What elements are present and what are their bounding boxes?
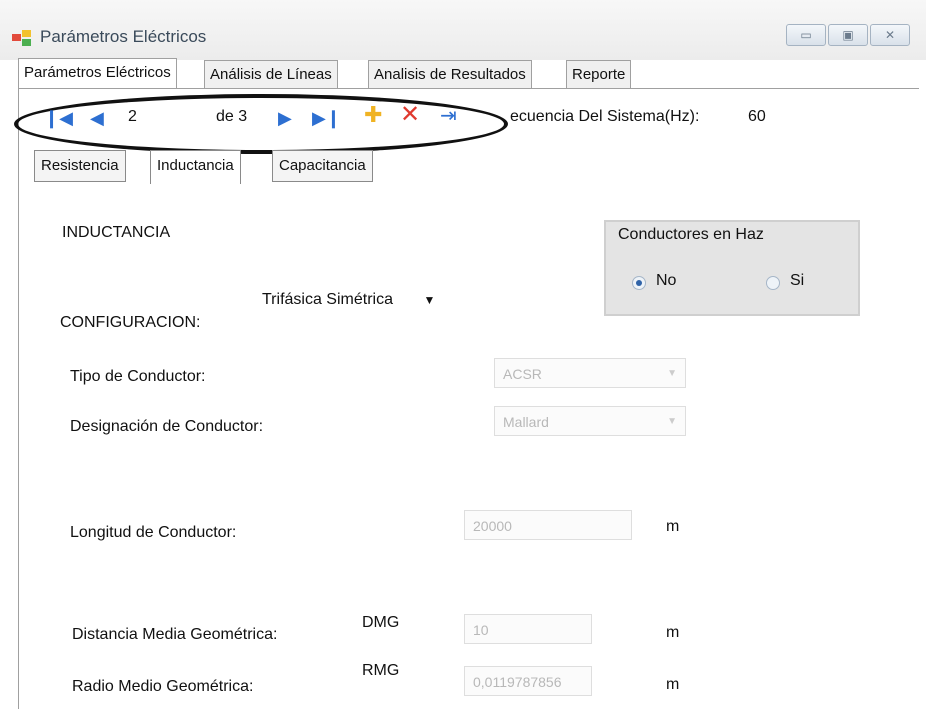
- maximize-icon: ▣: [842, 28, 854, 42]
- configuration-value: Trifásica Simétrica: [262, 291, 393, 308]
- minimize-icon: ▭: [800, 28, 812, 42]
- tab-reporte[interactable]: Reporte: [566, 60, 632, 89]
- minimize-button[interactable]: ▭: [786, 24, 826, 46]
- chevron-down-icon: ▼: [423, 293, 436, 307]
- navigator-highlight: [14, 94, 508, 154]
- move-last-icon[interactable]: ▶❙: [312, 108, 341, 128]
- dmg-tag: DMG: [362, 614, 400, 631]
- subtab-capacitancia[interactable]: Capacitancia: [272, 150, 373, 182]
- configuration-select[interactable]: Trifásica Simétrica ▼: [262, 291, 435, 309]
- system-frequency-label: ecuencia Del Sistema(Hz):: [510, 108, 700, 125]
- maximize-button[interactable]: ▣: [828, 24, 868, 46]
- chevron-down-icon: ▼: [667, 416, 677, 427]
- add-icon[interactable]: ✚: [364, 104, 382, 126]
- conductor-length-label: Longitud de Conductor:: [70, 524, 237, 541]
- subtab-inductancia[interactable]: Inductancia: [150, 150, 241, 184]
- dmg-input[interactable]: 10: [464, 614, 592, 644]
- conductor-designation-select[interactable]: Mallard ▼: [494, 406, 686, 436]
- window-title: Parámetros Eléctricos: [40, 27, 207, 46]
- conductor-designation-label: Designación de Conductor:: [70, 418, 264, 435]
- rmg-tag: RMG: [362, 662, 400, 679]
- configuration-label: CONFIGURACION:: [60, 314, 201, 331]
- rmg-input[interactable]: 0,0119787856: [464, 666, 592, 696]
- conductor-length-unit: m: [666, 518, 680, 535]
- bundled-conductors-group: Conductores en Haz No Si: [604, 220, 860, 316]
- move-next-icon[interactable]: ▶: [278, 108, 292, 128]
- app-icon: [12, 30, 34, 48]
- position-field[interactable]: 2: [128, 108, 137, 126]
- radio-si-label: Si: [790, 272, 805, 289]
- tab-parametros-electricos[interactable]: Parámetros Eléctricos: [18, 58, 177, 89]
- dmg-label: Distancia Media Geométrica:: [72, 626, 278, 643]
- chevron-down-icon: ▼: [667, 368, 677, 379]
- record-count-label: de 3: [216, 108, 248, 125]
- radio-si[interactable]: [766, 276, 780, 290]
- rmg-label: Radio Medio Geométrica:: [72, 678, 254, 695]
- save-icon[interactable]: ⇥: [440, 106, 457, 126]
- close-icon: ✕: [884, 28, 896, 42]
- bundled-conductors-title: Conductores en Haz: [618, 226, 764, 243]
- delete-icon[interactable]: ✕: [400, 103, 420, 127]
- subtab-resistencia[interactable]: Resistencia: [34, 150, 126, 182]
- conductor-designation-value: Mallard: [503, 414, 549, 430]
- tab-analisis-de-resultados[interactable]: Analisis de Resultados: [368, 60, 532, 89]
- conductor-type-select[interactable]: ACSR ▼: [494, 358, 686, 388]
- tab-analisis-de-lineas[interactable]: Análisis de Líneas: [204, 60, 338, 89]
- section-title: INDUCTANCIA: [62, 224, 171, 241]
- title-bar: Parámetros Eléctricos ▭ ▣ ✕: [0, 0, 926, 60]
- conductor-type-label: Tipo de Conductor:: [70, 368, 206, 385]
- conductor-length-input[interactable]: 20000: [464, 510, 632, 540]
- system-frequency-value: 60: [748, 108, 766, 125]
- move-first-icon[interactable]: ❙◀: [44, 108, 73, 128]
- dmg-unit: m: [666, 624, 680, 641]
- move-previous-icon[interactable]: ◀: [90, 108, 104, 128]
- conductor-type-value: ACSR: [503, 366, 542, 382]
- radio-no-label: No: [656, 272, 677, 289]
- radio-no[interactable]: [632, 276, 646, 290]
- rmg-unit: m: [666, 676, 680, 693]
- close-button[interactable]: ✕: [870, 24, 910, 46]
